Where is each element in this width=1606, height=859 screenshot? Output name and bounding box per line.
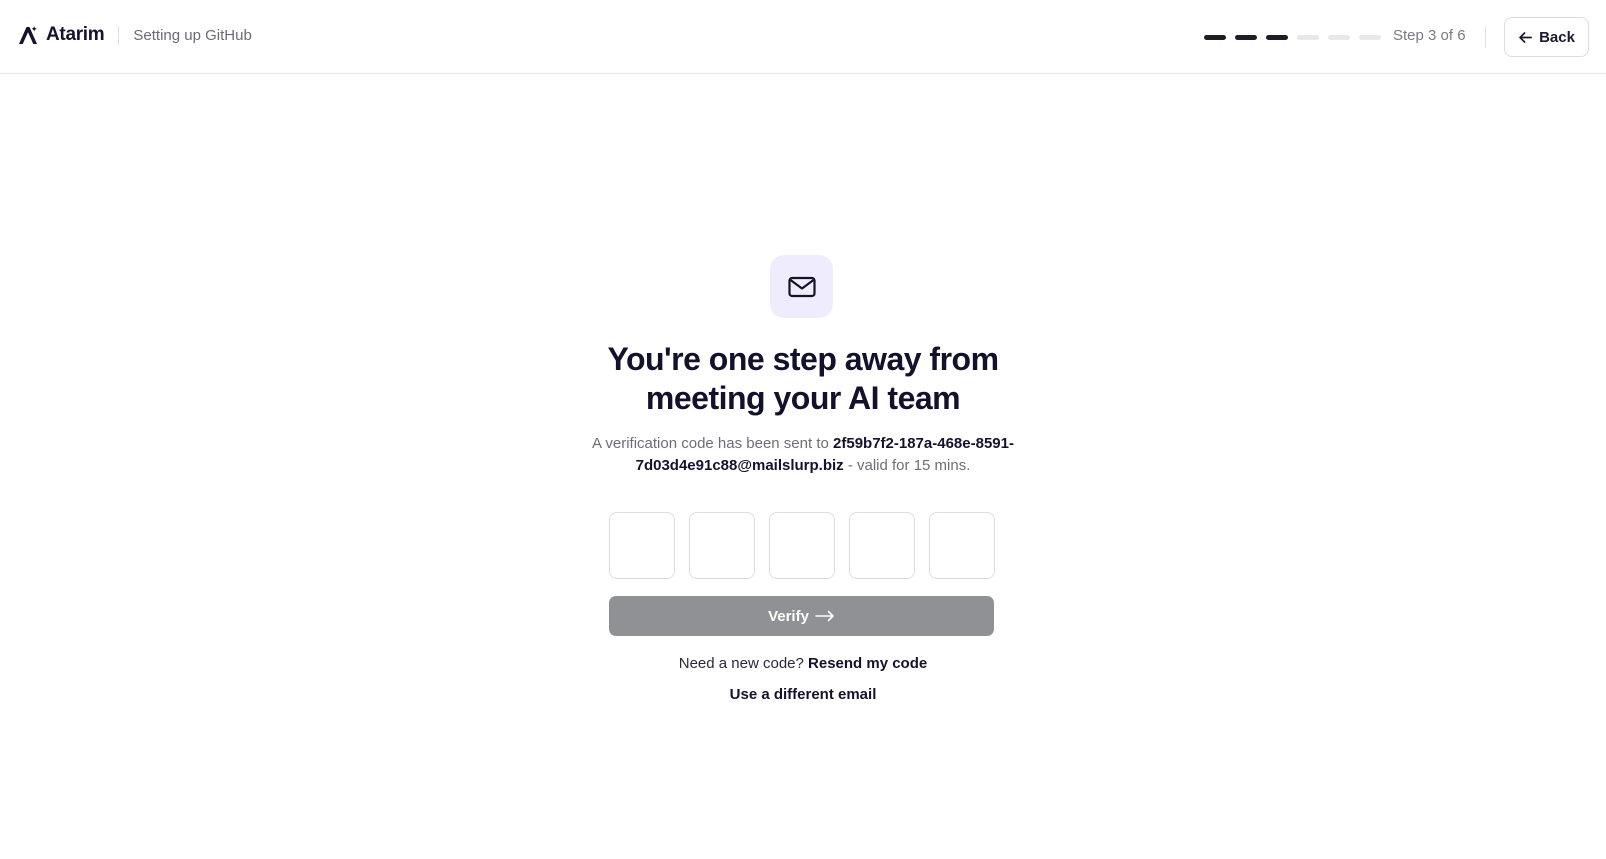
progress-segment-3	[1266, 35, 1288, 40]
recipient-email-part-1: 2f59b7f2-187a-468e-8591-	[833, 435, 1014, 452]
envelope-icon	[787, 276, 816, 297]
progress-segment-2	[1235, 35, 1257, 40]
code-digit-4[interactable]	[849, 512, 915, 579]
code-digit-1[interactable]	[609, 512, 675, 579]
step-progress-indicator	[1204, 35, 1381, 40]
validity-note: - valid for 15 mins.	[843, 457, 971, 474]
brand: Atarim Setting up GitHub	[17, 24, 252, 46]
brand-name: Atarim	[46, 24, 105, 45]
resend-prompt-text: Need a new code?	[678, 655, 809, 672]
use-different-email-link[interactable]: Use a different email	[653, 686, 953, 703]
resend-code-link[interactable]: Resend my code	[808, 655, 927, 672]
top-bar: Atarim Setting up GitHub Step 3 of 6 Bac…	[0, 0, 1606, 74]
code-digit-3[interactable]	[769, 512, 835, 579]
code-input-group	[609, 512, 995, 579]
resend-prompt: Need a new code? Resend my code	[553, 655, 1053, 672]
context-label: Setting up GitHub	[133, 26, 252, 44]
progress-segment-4	[1297, 35, 1319, 40]
back-button[interactable]: Back	[1504, 17, 1589, 57]
code-digit-5[interactable]	[929, 512, 995, 579]
brand-divider	[118, 26, 120, 44]
back-button-label: Back	[1539, 28, 1575, 46]
page-title-line-1: You're one step away from	[607, 341, 999, 377]
arrow-right-icon	[815, 610, 834, 622]
envelope-badge	[770, 255, 833, 318]
progress-segment-5	[1328, 35, 1350, 40]
page-title-line-2: meeting your AI team	[645, 380, 961, 416]
code-digit-2[interactable]	[689, 512, 755, 579]
verify-button[interactable]: Verify	[609, 596, 994, 636]
progress-segment-1	[1204, 35, 1226, 40]
arrow-left-icon	[1519, 31, 1533, 43]
verification-prefix: A verification code has been sent to	[592, 435, 834, 452]
atarim-logo-icon	[19, 26, 37, 44]
step-label: Step 3 of 6	[1393, 27, 1466, 44]
verification-message: A verification code has been sent to 2f5…	[553, 433, 1053, 477]
recipient-email-part-2: 7d03d4e91c88@mailslurp.biz	[635, 457, 844, 474]
header-divider	[1485, 26, 1486, 48]
page-title: You're one step away from meeting your A…	[503, 340, 1103, 418]
progress-segment-6	[1359, 35, 1381, 40]
verify-button-label: Verify	[768, 607, 809, 625]
